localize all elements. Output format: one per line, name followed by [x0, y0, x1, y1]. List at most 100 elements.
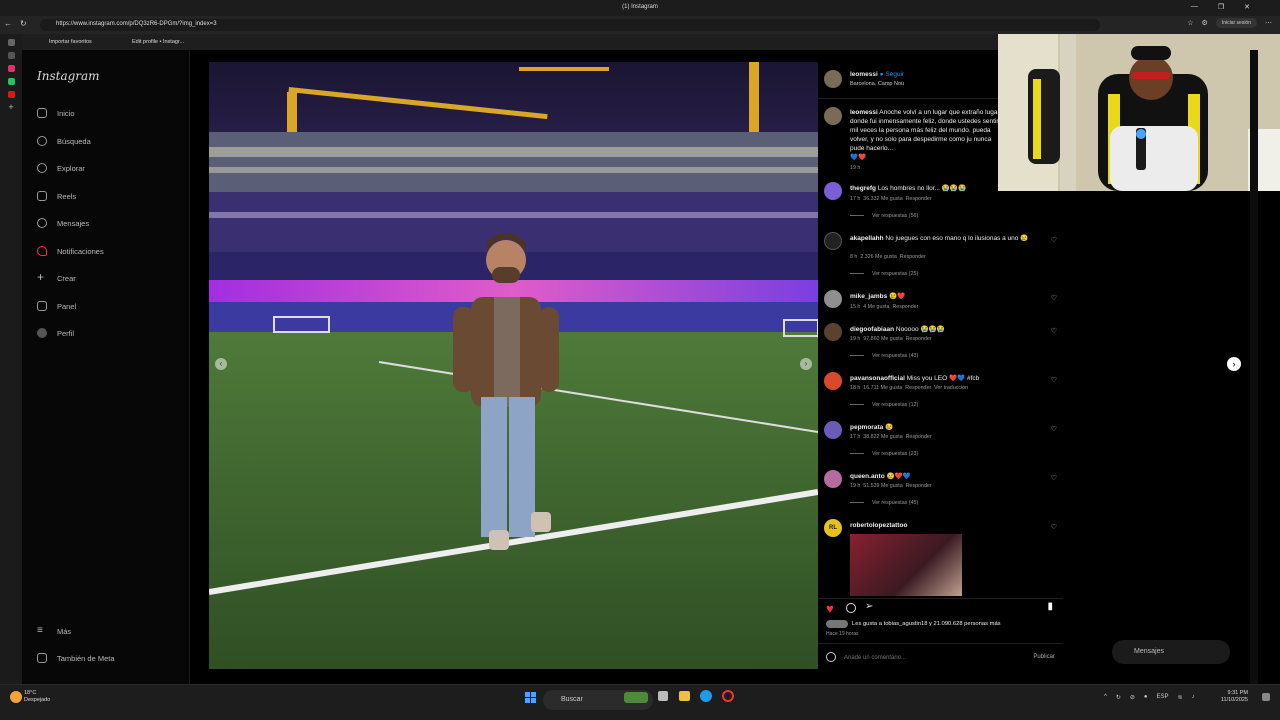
translate-button[interactable]: Ver traducción: [934, 385, 968, 391]
reply-button[interactable]: Responder: [900, 254, 926, 260]
comment-icon[interactable]: [846, 603, 856, 613]
view-replies-button[interactable]: Ver respuestas (12): [850, 402, 918, 408]
comment-likes[interactable]: 51.539 Me gusta: [863, 483, 902, 489]
login-button[interactable]: Iniciar sesión: [1215, 18, 1257, 28]
file-explorer-icon[interactable]: [679, 691, 690, 701]
comment-avatar[interactable]: [824, 470, 842, 488]
minimize-icon[interactable]: —: [1191, 3, 1198, 11]
comment-like-icon[interactable]: ♡: [1051, 523, 1057, 531]
wifi-icon[interactable]: ≋: [1178, 694, 1183, 701]
view-replies-button[interactable]: Ver respuestas (23): [850, 451, 918, 457]
add-tab-icon[interactable]: +: [8, 103, 15, 112]
caption-username[interactable]: leomessi: [850, 109, 878, 116]
maximize-icon[interactable]: ❐: [1218, 3, 1224, 11]
favorite-instagram[interactable]: Edit profile • Instagr...: [132, 39, 184, 45]
comment-like-icon[interactable]: ♡: [1051, 236, 1057, 244]
comment-username[interactable]: diegoofabiaan: [850, 326, 894, 333]
reply-button[interactable]: Responder: [905, 385, 931, 391]
notifications-icon[interactable]: [1262, 693, 1270, 701]
comment-avatar[interactable]: [824, 290, 842, 308]
next-post-button[interactable]: ›: [1227, 357, 1241, 371]
app-icon[interactable]: [722, 690, 734, 702]
publish-button[interactable]: Publicar: [1033, 654, 1055, 660]
comment-likes[interactable]: 2.326 Me gusta: [860, 254, 897, 260]
emoji-icon[interactable]: [826, 652, 836, 662]
comment-likes[interactable]: 4 Me gusta: [863, 304, 889, 310]
comment-avatar[interactable]: [824, 182, 842, 200]
reply-button[interactable]: Responder: [906, 196, 932, 202]
comment-likes[interactable]: 36.332 Me gusta: [863, 196, 902, 202]
instagram-tab-icon[interactable]: [7, 65, 15, 72]
refresh-icon[interactable]: ↻: [20, 19, 27, 28]
like-heart-icon[interactable]: ♥: [826, 601, 834, 616]
comment-username[interactable]: akapellahh: [850, 235, 884, 242]
sidebar-item-panel[interactable]: Panel: [37, 301, 76, 311]
sidebar-item-meta[interactable]: También de Meta: [37, 653, 115, 663]
comment-username[interactable]: pavansonaofficial: [850, 375, 905, 382]
url-field[interactable]: https://www.instagram.com/p/DQ3zR6-DPGm/…: [40, 19, 1100, 31]
comment-username[interactable]: queen.anto: [850, 473, 885, 480]
reply-button[interactable]: Responder: [906, 434, 932, 440]
view-replies-button[interactable]: Ver respuestas (43): [850, 353, 918, 359]
comment-avatar[interactable]: [824, 421, 842, 439]
comment-avatar[interactable]: RL: [824, 519, 842, 537]
mic-icon[interactable]: ●: [1144, 694, 1148, 701]
comment-likes[interactable]: 97.860 Me gusta: [863, 336, 902, 342]
edge-icon[interactable]: [700, 690, 712, 702]
page-scrollbar[interactable]: [1250, 50, 1258, 684]
comment-username[interactable]: pepmorata: [850, 424, 883, 431]
extensions-icon[interactable]: ⚙: [1202, 19, 1208, 27]
language-indicator[interactable]: ESP: [1157, 694, 1169, 701]
reply-button[interactable]: Responder: [906, 336, 932, 342]
comment-like-icon[interactable]: ♡: [1051, 474, 1057, 482]
author-username[interactable]: leomessi: [850, 71, 878, 78]
reply-button[interactable]: Responder: [892, 304, 918, 310]
sidebar-item-more[interactable]: ≡ Más: [37, 626, 71, 636]
comment-avatar[interactable]: [824, 323, 842, 341]
comment-like-icon[interactable]: ♡: [1051, 294, 1057, 302]
follow-button[interactable]: Seguir: [885, 71, 904, 78]
likes-summary[interactable]: Les gusta a tobias_agustin18 y 21.090.62…: [852, 621, 1001, 627]
author-avatar[interactable]: [824, 107, 842, 125]
sidebar-item-home[interactable]: Inicio: [37, 108, 75, 118]
reply-button[interactable]: Responder: [906, 483, 932, 489]
back-icon[interactable]: ←: [4, 19, 12, 28]
post-location[interactable]: Barcelona, Camp Nou: [850, 81, 904, 87]
close-icon[interactable]: ✕: [1244, 3, 1250, 11]
chevron-up-icon[interactable]: ^: [1104, 694, 1107, 701]
more-icon[interactable]: ⋯: [1265, 19, 1272, 27]
view-replies-button[interactable]: Ver respuestas (25): [850, 271, 918, 277]
author-avatar[interactable]: [824, 70, 842, 88]
likers-avatars[interactable]: [826, 620, 848, 628]
comment-avatar[interactable]: [824, 232, 842, 250]
sidebar-item-notifications[interactable]: Notificaciones: [37, 246, 104, 256]
sidebar-item-profile[interactable]: Perfil: [37, 328, 74, 338]
tabs-icon[interactable]: [7, 39, 15, 46]
comment-username[interactable]: mike_jambs: [850, 293, 887, 300]
sync-icon[interactable]: ↻: [1116, 694, 1121, 701]
search-highlight-icon[interactable]: [624, 692, 648, 703]
network-off-icon[interactable]: ⊘: [1130, 694, 1135, 701]
comment-like-icon[interactable]: ♡: [1051, 425, 1057, 433]
youtube-tab-icon[interactable]: [7, 91, 15, 98]
share-icon[interactable]: ➢: [865, 601, 873, 612]
sidebar-item-search[interactable]: Búsqueda: [37, 136, 91, 146]
xbox-tab-icon[interactable]: [7, 78, 15, 85]
sidebar-item-explore[interactable]: Explorar: [37, 163, 85, 173]
comment-avatar[interactable]: [824, 372, 842, 390]
instagram-logo[interactable]: Instagram: [37, 69, 100, 83]
start-icon[interactable]: [525, 692, 536, 703]
save-bookmark-icon[interactable]: ▮: [1047, 601, 1053, 612]
comment-username[interactable]: robertolopeztattoo: [850, 522, 907, 529]
taskbar-clock[interactable]: 9:31 PM 11/10/2025: [1221, 690, 1248, 704]
comment-likes[interactable]: 16.711 Me gusta: [863, 385, 902, 391]
favorite-import[interactable]: Importar favoritos: [49, 39, 92, 45]
sidebar-item-reels[interactable]: Reels: [37, 191, 76, 201]
comment-image[interactable]: [850, 534, 962, 596]
messages-floating-button[interactable]: Mensajes: [1112, 640, 1230, 664]
comment-likes[interactable]: 38.822 Me gusta: [863, 434, 902, 440]
comment-input[interactable]: [844, 652, 1014, 664]
view-replies-button[interactable]: Ver respuestas (56): [850, 213, 918, 219]
comment-like-icon[interactable]: ♡: [1051, 327, 1057, 335]
history-icon[interactable]: [7, 52, 15, 59]
